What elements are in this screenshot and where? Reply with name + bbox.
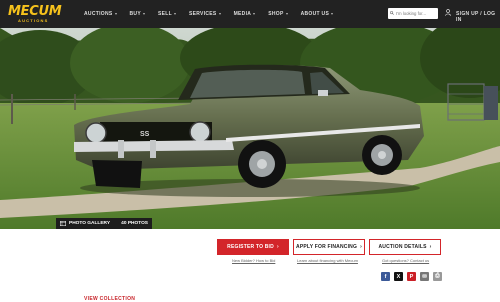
nav-item-label: AUCTIONS <box>84 11 113 17</box>
chevron-down-icon <box>142 13 145 15</box>
search-input[interactable]: I'm looking for... <box>388 8 438 19</box>
chevron-down-icon <box>331 13 334 15</box>
print-icon[interactable]: ⎙ <box>433 272 442 281</box>
photo-count: 40 PHOTOS <box>121 221 148 226</box>
photo-gallery-icon <box>60 221 66 226</box>
chevron-down-icon <box>253 13 256 15</box>
apply-for-financing-button[interactable]: APPLY FOR FINANCING › <box>293 239 365 255</box>
vehicle-hero-image[interactable]: SS <box>0 28 500 229</box>
financing-info-link[interactable]: Learn about financing with Mecum <box>297 258 358 263</box>
mecum-logo[interactable]: MECUM <box>8 5 62 18</box>
nav-item-media[interactable]: MEDIA <box>234 11 256 17</box>
email-icon[interactable]: ✉ <box>420 272 429 281</box>
chevron-right-icon: › <box>429 244 432 250</box>
nav-item-sell[interactable]: SELL <box>158 11 176 17</box>
view-collection-link[interactable]: VIEW COLLECTION <box>84 296 135 302</box>
contact-us-link[interactable]: Got questions? Contact us <box>382 258 429 263</box>
main-nav: AUCTIONS BUY SELL SERVICES MEDIA SHOP AB… <box>84 11 346 17</box>
x-icon[interactable]: X <box>394 272 403 281</box>
chevron-down-icon <box>173 13 176 15</box>
register-to-bid-label: REGISTER TO BID <box>227 244 274 250</box>
nav-item-auctions[interactable]: AUCTIONS <box>84 11 117 17</box>
pinterest-icon[interactable]: P <box>407 272 416 281</box>
apply-for-financing-label: APPLY FOR FINANCING <box>296 244 358 250</box>
signin-link[interactable]: SIGN UP / LOG IN <box>456 11 500 23</box>
chevron-down-icon <box>218 13 221 15</box>
nav-item-label: SERVICES <box>188 11 217 17</box>
photo-gallery-label: PHOTO GALLERY <box>69 221 111 226</box>
nav-item-buy[interactable]: BUY <box>130 11 145 17</box>
search-icon <box>390 11 394 15</box>
chevron-down-icon <box>285 13 288 15</box>
nav-item-label: SELL <box>157 11 172 17</box>
facebook-glyph: f <box>384 273 387 280</box>
facebook-icon[interactable]: f <box>381 272 390 281</box>
nav-item-label: MEDIA <box>233 11 252 17</box>
chevron-right-icon: › <box>360 244 362 250</box>
search-placeholder: I'm looking for... <box>396 11 426 16</box>
mecum-logo-subtitle: AUCTIONS <box>18 18 49 23</box>
pinterest-glyph: P <box>409 273 414 280</box>
auction-details-label: AUCTION DETAILS <box>378 244 427 250</box>
register-to-bid-button[interactable]: REGISTER TO BID › <box>217 239 289 255</box>
how-to-bid-link[interactable]: New Bidder? How to Bid <box>232 258 275 263</box>
photo-gallery-button[interactable]: PHOTO GALLERY 40 PHOTOS <box>56 218 152 229</box>
nav-item-services[interactable]: SERVICES <box>189 11 221 17</box>
nav-item-shop[interactable]: SHOP <box>268 11 288 17</box>
chevron-right-icon: › <box>276 244 279 250</box>
vehicle-photo: SS <box>0 28 500 229</box>
auction-details-button[interactable]: AUCTION DETAILS › <box>369 239 441 255</box>
top-nav-bar: MECUM AUCTIONS AUCTIONS BUY SELL SERVICE… <box>0 0 500 28</box>
x-glyph: X <box>396 273 401 280</box>
user-icon[interactable] <box>445 9 451 16</box>
print-glyph: ⎙ <box>435 273 440 279</box>
chevron-down-icon <box>114 13 117 15</box>
email-glyph: ✉ <box>422 273 427 280</box>
nav-item-label: BUY <box>129 11 141 17</box>
nav-item-label: ABOUT US <box>300 11 330 17</box>
nav-item-label: SHOP <box>268 11 284 17</box>
svg-text:SS: SS <box>140 131 150 138</box>
nav-item-about-us[interactable]: ABOUT US <box>301 11 334 17</box>
